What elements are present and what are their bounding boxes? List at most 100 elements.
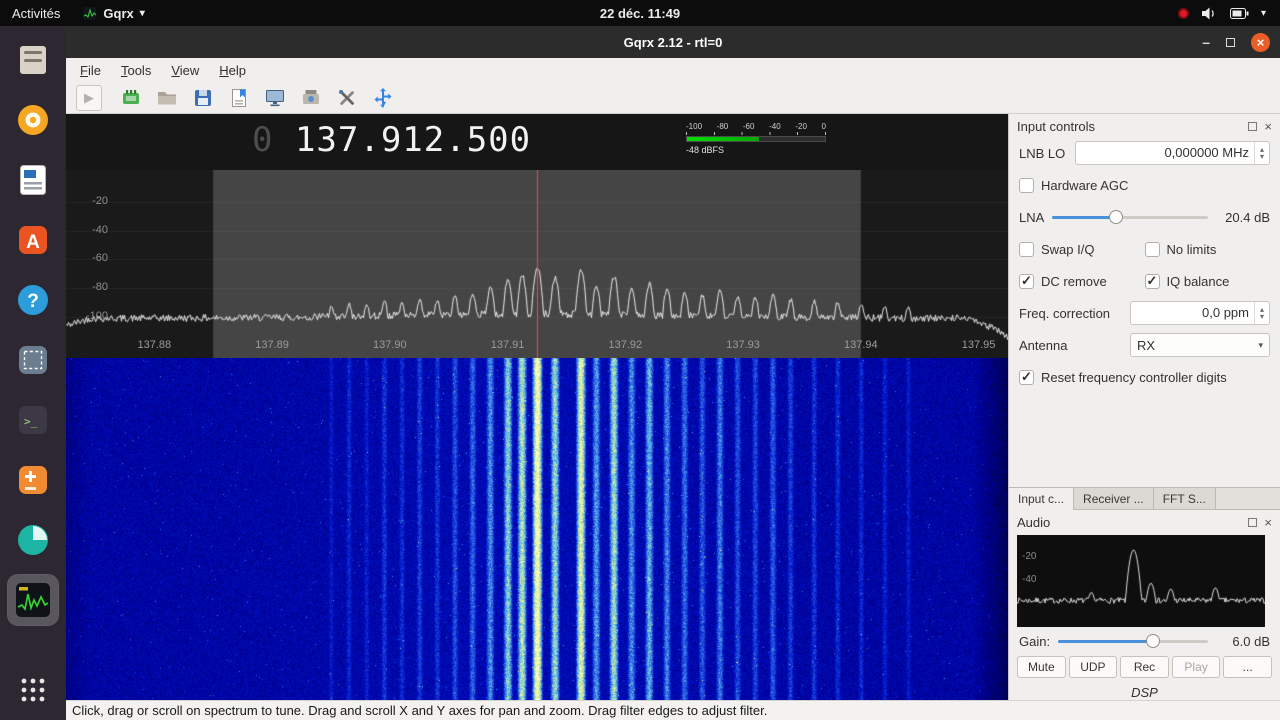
audio-buttons: Mute UDP Rec Play ...	[1017, 656, 1272, 678]
dock-tab-bar: Input c... Receiver ... FFT S...	[1009, 487, 1280, 510]
iq-balance-label: IQ balance	[1166, 273, 1230, 289]
app-indicator-menu[interactable]: Gqrx ▾	[82, 6, 145, 21]
audio-button[interactable]: Rec	[1120, 656, 1169, 678]
audio-button[interactable]: Play	[1171, 656, 1221, 678]
spectrum-canvas[interactable]	[66, 170, 1008, 358]
svg-text:A: A	[26, 232, 40, 253]
meter-scale-label: -80	[716, 122, 729, 131]
pan-center-button[interactable]	[370, 85, 396, 111]
panel-close-icon[interactable]: ×	[1264, 516, 1272, 529]
display-icon	[266, 89, 284, 106]
save-file-button[interactable]	[190, 85, 216, 111]
tools-button[interactable]	[334, 85, 360, 111]
dock-item-ubuntu-software[interactable]: A	[8, 215, 58, 265]
spectrum-db-label: -60	[92, 252, 108, 265]
bookmark-icon	[232, 88, 246, 107]
dsp-settings-button[interactable]	[262, 85, 288, 111]
meter-level	[687, 137, 759, 141]
lna-slider[interactable]	[1052, 209, 1208, 225]
system-menu-chevron-icon[interactable]: ▾	[1261, 8, 1266, 19]
gqrx-mini-icon	[83, 6, 97, 20]
iq-balance-checkbox[interactable]	[1144, 273, 1160, 289]
panel-close-icon[interactable]: ×	[1264, 120, 1272, 133]
recording-indicator-icon[interactable]	[1177, 7, 1189, 19]
gain-slider[interactable]	[1058, 633, 1208, 649]
save-icon	[195, 89, 211, 106]
io-devices-button[interactable]	[118, 85, 144, 111]
panel-float-icon[interactable]	[1248, 122, 1258, 131]
folder-icon	[158, 91, 176, 104]
waterfall-canvas[interactable]	[66, 358, 1008, 700]
reset-digits-checkbox[interactable]	[1019, 369, 1034, 385]
dock-item-software-updater[interactable]	[8, 455, 58, 505]
no-limits-checkbox[interactable]	[1144, 241, 1160, 257]
lnb-lo-spinbox[interactable]: 0,000000 MHz ▴ ▾	[1075, 141, 1270, 165]
maximize-button[interactable]	[1226, 37, 1235, 47]
panel-float-icon[interactable]	[1248, 518, 1258, 527]
hardware-agc-checkbox[interactable]	[1019, 177, 1034, 193]
dock-item-gqrx[interactable]	[7, 574, 59, 626]
lna-slider-handle[interactable]	[1109, 210, 1124, 224]
swap-iq-checkbox[interactable]	[1019, 241, 1034, 257]
dock-item-app-grid[interactable]	[8, 665, 58, 715]
meter-scale-label: -100	[686, 122, 703, 131]
dsp-display-area: 0 137.912.500 -100 -80 -60 -40 -20 0 -48…	[66, 114, 1008, 700]
spin-down-icon[interactable]: ▾	[1260, 313, 1264, 321]
dock-item-media-player[interactable]	[8, 95, 58, 145]
spectrum-freq-label: 137.93	[726, 339, 760, 351]
tab-receiver-options[interactable]: Receiver ...	[1074, 488, 1154, 510]
meter-scale-label: -40	[769, 122, 781, 131]
toolbar: ▶	[66, 82, 1280, 114]
meter-ticks	[686, 132, 826, 135]
menu-file[interactable]: File	[80, 63, 101, 78]
volume-icon[interactable]	[1201, 6, 1218, 21]
tab-fft-settings[interactable]: FFT S...	[1153, 488, 1216, 510]
battery-icon[interactable]	[1229, 7, 1249, 19]
antenna-combobox[interactable]: RX ▾	[1130, 333, 1270, 357]
dock-item-help[interactable]: ?	[8, 275, 58, 325]
dock-item-terminal[interactable]: >_	[8, 395, 58, 445]
signal-meter: -100 -80 -60 -40 -20 0 -48 dBFS	[686, 122, 826, 155]
audio-button[interactable]: Mute	[1017, 656, 1066, 678]
right-dock-panels: Input controls × LNB LO 0,000000 MHz ▴ ▾ …	[1008, 114, 1280, 700]
clock[interactable]: 22 déc. 11:49	[0, 6, 1280, 21]
lna-label: LNA	[1019, 209, 1045, 225]
start-dsp-button[interactable]: ▶	[76, 84, 102, 111]
dock-item-screenshot-tool[interactable]	[8, 335, 58, 385]
audio-button[interactable]: ...	[1223, 656, 1272, 678]
iq-record-button[interactable]	[298, 85, 324, 111]
freq-correction-spinbox[interactable]: 0,0 ppm ▴ ▾	[1130, 301, 1270, 325]
gqrx-window: Gqrx 2.12 - rtl=0 – × File Tools View He…	[66, 26, 1280, 720]
minimize-button[interactable]: –	[1202, 35, 1210, 49]
spin-down-icon[interactable]: ▾	[1260, 153, 1264, 161]
dock-item-writer[interactable]	[8, 155, 58, 205]
open-file-button[interactable]	[154, 85, 180, 111]
gain-slider-handle[interactable]	[1145, 634, 1160, 648]
audio-db-label: -20	[1022, 551, 1037, 562]
spectrum-db-label: -20	[92, 194, 108, 207]
dc-remove-checkbox[interactable]	[1019, 273, 1034, 289]
frequency-display[interactable]: 0 137.912.500	[252, 120, 531, 160]
menu-tools[interactable]: Tools	[121, 63, 151, 78]
system-top-bar: Activités Gqrx ▾ 22 déc. 11:49 ▾	[0, 0, 1280, 26]
swap-iq-label: Swap I/Q	[1041, 241, 1095, 257]
activities-button[interactable]: Activités	[12, 6, 60, 21]
window-titlebar[interactable]: Gqrx 2.12 - rtl=0 – ×	[66, 26, 1280, 58]
audio-button[interactable]: UDP	[1068, 656, 1118, 678]
meter-scale-label: -60	[742, 122, 755, 131]
close-button[interactable]: ×	[1251, 32, 1270, 52]
dock-item-disk-usage[interactable]	[8, 515, 58, 565]
audio-title: Audio	[1017, 515, 1051, 530]
bookmarks-button[interactable]	[226, 85, 252, 111]
dock-item-files[interactable]	[8, 35, 58, 85]
menu-view[interactable]: View	[171, 63, 199, 78]
tab-input-controls[interactable]: Input c...	[1009, 488, 1075, 510]
play-icon: ▶	[84, 89, 94, 105]
freq-correction-value: 0,0 ppm	[1202, 305, 1249, 320]
lnb-lo-label: LNB LO	[1019, 145, 1066, 161]
spectrum-freq-label: 137.95	[961, 339, 996, 351]
menu-help[interactable]: Help	[219, 63, 246, 78]
capture-device-icon	[303, 89, 319, 104]
io-devices-icon	[123, 89, 139, 104]
reset-digits-label: Reset frequency controller digits	[1041, 369, 1227, 385]
